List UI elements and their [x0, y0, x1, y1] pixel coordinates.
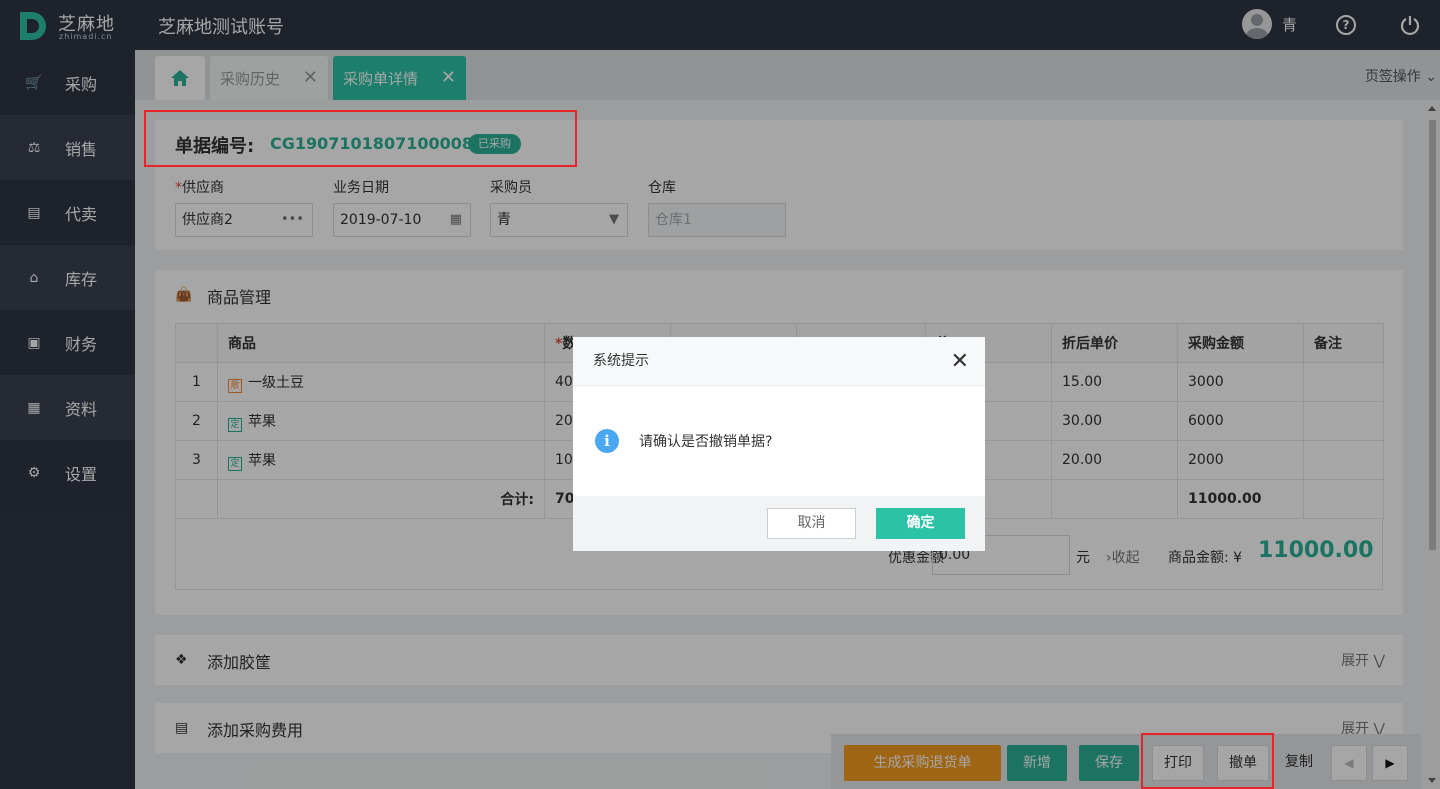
dialog-title: 系统提示 [593, 353, 649, 369]
info-icon: i [595, 429, 619, 453]
cancel-button[interactable]: 取消 [767, 508, 856, 539]
dialog-message: 请确认是否撤销单据? [639, 434, 773, 450]
confirm-dialog: 系统提示 ✕ i 请确认是否撤销单据? 取消 确定 [573, 337, 985, 551]
close-icon[interactable]: ✕ [951, 337, 969, 386]
confirm-button[interactable]: 确定 [876, 508, 965, 539]
